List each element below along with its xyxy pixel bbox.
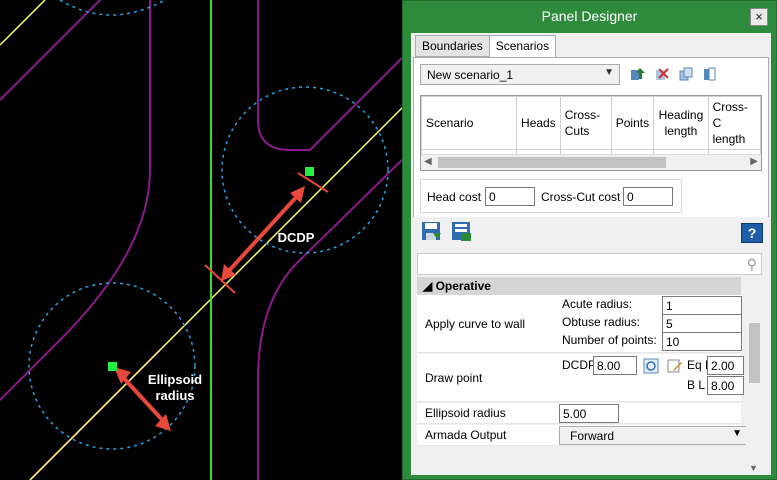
scenario-dropdown-value: New scenario_1 <box>427 68 514 82</box>
ellipsoid-radius-field-label: Ellipsoid radius <box>425 406 506 420</box>
scroll-right-icon[interactable]: ▶ <box>750 156 758 167</box>
property-search-input[interactable]: ⚲ <box>417 253 762 275</box>
tab-strip: Boundaries Scenarios <box>415 35 557 59</box>
apply-curve-label: Apply curve to wall <box>425 317 526 331</box>
crosscut-cost-label: Cross-Cut cost <box>541 190 621 204</box>
crosscut-cost-input[interactable] <box>623 187 673 206</box>
acute-radius-label: Acute radius: <box>562 297 633 311</box>
number-of-points-input[interactable] <box>662 332 742 351</box>
dcdp-input[interactable] <box>593 356 637 375</box>
panel-designer-window: Panel Designer × Boundaries Scenarios Ne… <box>402 0 777 480</box>
cad-canvas[interactable] <box>0 0 402 480</box>
table-header-row: Scenario Heads Cross-Cuts Points Heading… <box>421 96 761 150</box>
panel-client: Boundaries Scenarios New scenario_1 ▼ Sc… <box>411 33 771 475</box>
tunnel-outline <box>0 0 151 402</box>
property-row-armada-output: Armada Output Forward ▼ <box>417 425 747 446</box>
save-as-icon[interactable] <box>451 221 473 243</box>
scrollbar-thumb[interactable] <box>438 157 666 168</box>
horizontal-scrollbar[interactable]: ◀ ▶ <box>421 154 761 170</box>
window-title: Panel Designer <box>541 8 638 24</box>
help-button[interactable]: ? <box>741 223 763 243</box>
acute-radius-input[interactable] <box>662 296 742 315</box>
column-header[interactable]: Points <box>610 96 655 150</box>
tab-boundaries[interactable]: Boundaries <box>415 35 490 57</box>
tab-scenarios[interactable]: Scenarios <box>488 35 557 59</box>
property-row-ellipsoid-radius: Ellipsoid radius <box>417 403 741 424</box>
pick-point-icon[interactable] <box>643 358 659 374</box>
armada-output-label: Armada Output <box>425 428 507 442</box>
head-cost-label: Head cost <box>427 190 482 204</box>
ellipsoid-radius-label: Ellipsoid radius <box>147 372 203 403</box>
property-row-draw-point: Draw point DCDP Eq L B L <box>417 354 744 402</box>
scroll-left-icon[interactable]: ◀ <box>424 156 432 167</box>
column-header[interactable]: Heads <box>516 96 561 150</box>
property-row-apply-curve: Apply curve to wall Acute radius: Obtuse… <box>417 295 742 353</box>
property-grid: ◢ Operative Apply curve to wall Acute ra… <box>417 277 747 447</box>
draw-point-label: Draw point <box>425 371 483 385</box>
column-header[interactable]: Scenario <box>421 96 518 150</box>
center-line <box>0 0 46 46</box>
delete-scenario-icon[interactable] <box>654 66 670 82</box>
b-l-input[interactable] <box>707 376 744 395</box>
drawn-point <box>305 167 314 176</box>
cad-drawing-area[interactable]: DCDP Ellipsoid radius <box>0 0 402 480</box>
category-header-operative[interactable]: ◢ Operative <box>417 277 741 295</box>
cost-group: Head cost Cross-Cut cost <box>420 179 682 213</box>
tunnel-outline <box>257 0 402 151</box>
column-header[interactable]: Cross-C length <box>707 96 761 150</box>
save-icon[interactable] <box>421 221 443 243</box>
category-label: Operative <box>435 279 491 293</box>
export-scenario-icon[interactable] <box>702 66 718 82</box>
armada-output-value: Forward <box>570 429 615 443</box>
add-scenario-icon[interactable] <box>630 66 646 82</box>
center-line <box>29 107 402 480</box>
scenario-dropdown[interactable]: New scenario_1 ▼ <box>420 64 620 85</box>
ellipsoid-radius-input[interactable] <box>559 404 619 423</box>
copy-scenario-icon[interactable] <box>678 66 694 82</box>
number-of-points-label: Number of points: <box>562 333 657 347</box>
chevron-down-icon: ▼ <box>604 67 614 78</box>
column-header[interactable]: Cross-Cuts <box>559 96 612 150</box>
dcdp-field-label: DCDP <box>562 358 597 372</box>
tunnel-outline <box>257 159 402 480</box>
title-bar[interactable]: Panel Designer × <box>403 1 776 33</box>
scroll-down-icon[interactable]: ▼ <box>749 463 758 473</box>
armada-output-dropdown[interactable]: Forward ▼ <box>559 426 747 445</box>
column-header[interactable]: Heading length <box>653 96 709 150</box>
obtuse-radius-label: Obtuse radius: <box>562 315 641 329</box>
b-l-label: B L <box>687 378 706 392</box>
scenario-table[interactable]: Scenario Heads Cross-Cuts Points Heading… <box>420 95 762 171</box>
close-button[interactable]: × <box>750 8 768 26</box>
scrollbar-thumb[interactable] <box>749 323 760 383</box>
search-icon[interactable]: ⚲ <box>747 256 757 273</box>
properties-toolbar: ? <box>413 217 769 251</box>
tunnel-outline <box>0 0 102 101</box>
chevron-down-icon: ▼ <box>732 428 742 439</box>
head-cost-input[interactable] <box>485 187 535 206</box>
edit-pencil-icon[interactable] <box>667 358 683 374</box>
eq-l-input[interactable] <box>707 356 744 375</box>
scenarios-tab-body: New scenario_1 ▼ Scenario Heads Cross-Cu… <box>413 57 769 243</box>
obtuse-radius-input[interactable] <box>662 314 742 333</box>
drawn-point <box>108 362 117 371</box>
dcdp-label: DCDP <box>277 230 315 245</box>
property-grid-scrollbar[interactable]: ▼ <box>746 283 762 475</box>
collapse-icon[interactable]: ◢ <box>423 279 432 293</box>
